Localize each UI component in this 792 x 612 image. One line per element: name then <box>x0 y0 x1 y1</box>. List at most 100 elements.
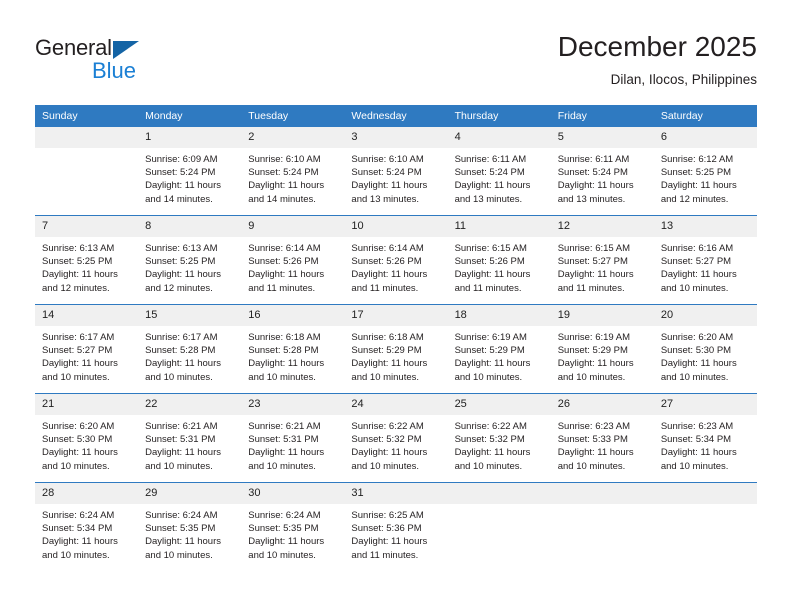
day-number <box>550 483 654 504</box>
sunrise-text: Sunrise: 6:20 AM <box>660 332 734 343</box>
daylight-text-line2: and 10 minutes. <box>557 460 626 472</box>
day-number: 21 <box>35 394 139 415</box>
daylight-text-line2: and 14 minutes. <box>145 193 213 205</box>
calendar-day-cell[interactable]: 18 Sunrise: 6:19 AM Sunset: 5:29 PM Dayligh… <box>447 304 551 394</box>
daylight-text-line1: Daylight: 11 hours <box>454 447 531 459</box>
daylight-text-line2: and 13 minutes. <box>351 193 420 205</box>
daylight-text-line2: and 11 minutes. <box>557 282 625 294</box>
daylight-text-line1: Daylight: 11 hours <box>660 180 737 192</box>
day-number: 31 <box>344 483 448 504</box>
daylight-text-line1: Daylight: 11 hours <box>248 447 325 459</box>
day-number: 12 <box>550 216 654 237</box>
sunset-text: Sunset: 5:24 PM <box>454 167 525 179</box>
sunrise-text: Sunrise: 6:21 AM <box>145 421 218 432</box>
sunset-text: Sunset: 5:34 PM <box>660 434 732 446</box>
day-number: 7 <box>35 216 139 237</box>
logo-text-blue: Blue <box>92 58 137 83</box>
sunrise-text: Sunrise: 6:14 AM <box>351 243 424 254</box>
page-header: General Blue December 2025 Dilan, Ilocos… <box>0 0 792 100</box>
calendar-day-cell[interactable]: 5 Sunrise: 6:11 AM Sunset: 5:24 PM Daylight… <box>550 127 654 216</box>
calendar-day-cell[interactable]: 9 Sunrise: 6:14 AM Sunset: 5:26 PM Daylight… <box>241 215 345 305</box>
daylight-text-line1: Daylight: 11 hours <box>660 269 737 281</box>
calendar-day-cell[interactable]: 6 Sunrise: 6:12 AM Sunset: 5:25 PM Daylight… <box>653 127 757 216</box>
calendar-day-cell[interactable]: 21 Sunrise: 6:20 AM Sunset: 5:30 PM Dayligh… <box>35 393 139 483</box>
calendar-day-cell[interactable]: 26 Sunrise: 6:23 AM Sunset: 5:33 PM Dayligh… <box>550 393 654 483</box>
calendar-day-cell[interactable]: 13 Sunrise: 6:16 AM Sunset: 5:27 PM Dayligh… <box>653 215 757 305</box>
day-number: 14 <box>35 305 139 326</box>
calendar-day-cell[interactable]: 16 Sunrise: 6:18 AM Sunset: 5:28 PM Dayligh… <box>241 304 345 394</box>
calendar-day-cell[interactable]: 15 Sunrise: 6:17 AM Sunset: 5:28 PM Dayligh… <box>138 304 242 394</box>
daylight-text-line1: Daylight: 11 hours <box>454 358 531 370</box>
sunrise-text: Sunrise: 6:24 AM <box>42 510 115 521</box>
calendar-day-cell[interactable]: 2 Sunrise: 6:10 AM Sunset: 5:24 PM Daylight… <box>241 127 345 216</box>
calendar-day-cell[interactable]: 23 Sunrise: 6:21 AM Sunset: 5:31 PM Dayligh… <box>241 393 345 483</box>
calendar-day-cell[interactable]: 12 Sunrise: 6:15 AM Sunset: 5:27 PM Dayligh… <box>550 215 654 305</box>
calendar-body: 1 Sunrise: 6:09 AM Sunset: 5:24 PM Daylight… <box>35 127 757 571</box>
sunset-text: Sunset: 5:29 PM <box>557 345 628 357</box>
day-details: Sunrise: 6:10 AM Sunset: 5:24 PM Daylight:… <box>344 148 447 206</box>
daylight-text-line2: and 10 minutes. <box>248 549 316 561</box>
daylight-text-line2: and 10 minutes. <box>557 371 626 383</box>
daylight-text-line2: and 10 minutes. <box>42 371 110 383</box>
calendar-day-cell[interactable]: 3 Sunrise: 6:10 AM Sunset: 5:24 PM Daylight… <box>344 127 448 216</box>
sunrise-text: Sunrise: 6:25 AM <box>351 510 424 521</box>
daylight-text-line2: and 10 minutes. <box>454 460 523 472</box>
calendar-day-cell[interactable]: 30 Sunrise: 6:24 AM Sunset: 5:35 PM Dayligh… <box>241 482 345 571</box>
day-number: 22 <box>138 394 242 415</box>
day-number: 19 <box>550 305 654 326</box>
daylight-text-line1: Daylight: 11 hours <box>42 358 118 370</box>
sunset-text: Sunset: 5:31 PM <box>248 434 319 446</box>
sunrise-text: Sunrise: 6:10 AM <box>351 154 424 165</box>
sunset-text: Sunset: 5:30 PM <box>660 345 732 357</box>
calendar-week-row: 28 Sunrise: 6:24 AM Sunset: 5:34 PM Dayligh… <box>35 482 757 571</box>
logo-text-general: General <box>35 35 112 60</box>
calendar-day-cell[interactable]: 17 Sunrise: 6:18 AM Sunset: 5:29 PM Dayligh… <box>344 304 448 394</box>
day-number: 5 <box>550 127 654 148</box>
calendar-week-row: 21 Sunrise: 6:20 AM Sunset: 5:30 PM Dayligh… <box>35 393 757 483</box>
calendar-day-cell[interactable]: 14 Sunrise: 6:17 AM Sunset: 5:27 PM Dayligh… <box>35 304 139 394</box>
calendar-day-cell[interactable]: 19 Sunrise: 6:19 AM Sunset: 5:29 PM Dayligh… <box>550 304 654 394</box>
daylight-text-line2: and 13 minutes. <box>557 193 626 205</box>
calendar-day-cell[interactable]: 10 Sunrise: 6:14 AM Sunset: 5:26 PM Dayligh… <box>344 215 448 305</box>
daylight-text-line2: and 10 minutes. <box>145 549 213 561</box>
generalblue-logo[interactable]: General Blue <box>35 36 255 92</box>
sunrise-text: Sunrise: 6:22 AM <box>454 421 527 432</box>
day-number: 13 <box>653 216 757 237</box>
calendar-day-cell[interactable]: 22 Sunrise: 6:21 AM Sunset: 5:31 PM Dayligh… <box>138 393 242 483</box>
day-number: 20 <box>653 305 757 326</box>
day-number <box>653 483 757 504</box>
calendar-day-cell[interactable]: 7 Sunrise: 6:13 AM Sunset: 5:25 PM Daylight… <box>35 215 139 305</box>
daylight-text-line2: and 11 minutes. <box>248 282 316 294</box>
calendar-day-cell[interactable]: 4 Sunrise: 6:11 AM Sunset: 5:24 PM Daylight… <box>447 127 551 216</box>
sunrise-text: Sunrise: 6:11 AM <box>454 154 527 165</box>
calendar-day-cell-empty <box>35 127 139 216</box>
weekday-header-sunday: Sunday <box>35 105 139 127</box>
calendar-day-cell[interactable]: 29 Sunrise: 6:24 AM Sunset: 5:35 PM Dayligh… <box>138 482 242 571</box>
daylight-text-line2: and 10 minutes. <box>42 549 110 561</box>
sunset-text: Sunset: 5:35 PM <box>248 523 319 535</box>
calendar-day-cell[interactable]: 11 Sunrise: 6:15 AM Sunset: 5:26 PM Dayligh… <box>447 215 551 305</box>
calendar-day-cell[interactable]: 27 Sunrise: 6:23 AM Sunset: 5:34 PM Dayligh… <box>653 393 757 483</box>
day-details: Sunrise: 6:21 AM Sunset: 5:31 PM Daylight:… <box>138 415 241 473</box>
daylight-text-line1: Daylight: 11 hours <box>145 536 222 548</box>
calendar-day-cell[interactable]: 24 Sunrise: 6:22 AM Sunset: 5:32 PM Dayligh… <box>344 393 448 483</box>
day-details: Sunrise: 6:24 AM Sunset: 5:34 PM Daylight:… <box>35 504 138 562</box>
calendar-day-cell[interactable]: 25 Sunrise: 6:22 AM Sunset: 5:32 PM Dayligh… <box>447 393 551 483</box>
sunset-text: Sunset: 5:32 PM <box>454 434 525 446</box>
sunset-text: Sunset: 5:34 PM <box>42 523 113 535</box>
sunrise-text: Sunrise: 6:23 AM <box>660 421 734 432</box>
sunset-text: Sunset: 5:36 PM <box>351 523 422 535</box>
calendar-day-cell[interactable]: 20 Sunrise: 6:20 AM Sunset: 5:30 PM Dayligh… <box>653 304 757 394</box>
daylight-text-line1: Daylight: 11 hours <box>660 358 737 370</box>
sunrise-text: Sunrise: 6:13 AM <box>145 243 218 254</box>
day-number: 10 <box>344 216 448 237</box>
calendar-day-cell[interactable]: 28 Sunrise: 6:24 AM Sunset: 5:34 PM Dayligh… <box>35 482 139 571</box>
calendar-day-cell[interactable]: 8 Sunrise: 6:13 AM Sunset: 5:25 PM Daylight… <box>138 215 242 305</box>
day-details: Sunrise: 6:09 AM Sunset: 5:24 PM Daylight:… <box>138 148 241 206</box>
calendar-day-cell[interactable]: 1 Sunrise: 6:09 AM Sunset: 5:24 PM Daylight… <box>138 127 242 216</box>
day-number: 15 <box>138 305 242 326</box>
sunrise-text: Sunrise: 6:20 AM <box>42 421 115 432</box>
day-number: 18 <box>447 305 551 326</box>
calendar-day-cell[interactable]: 31 Sunrise: 6:25 AM Sunset: 5:36 PM Dayligh… <box>344 482 448 571</box>
sunset-text: Sunset: 5:25 PM <box>145 256 216 268</box>
